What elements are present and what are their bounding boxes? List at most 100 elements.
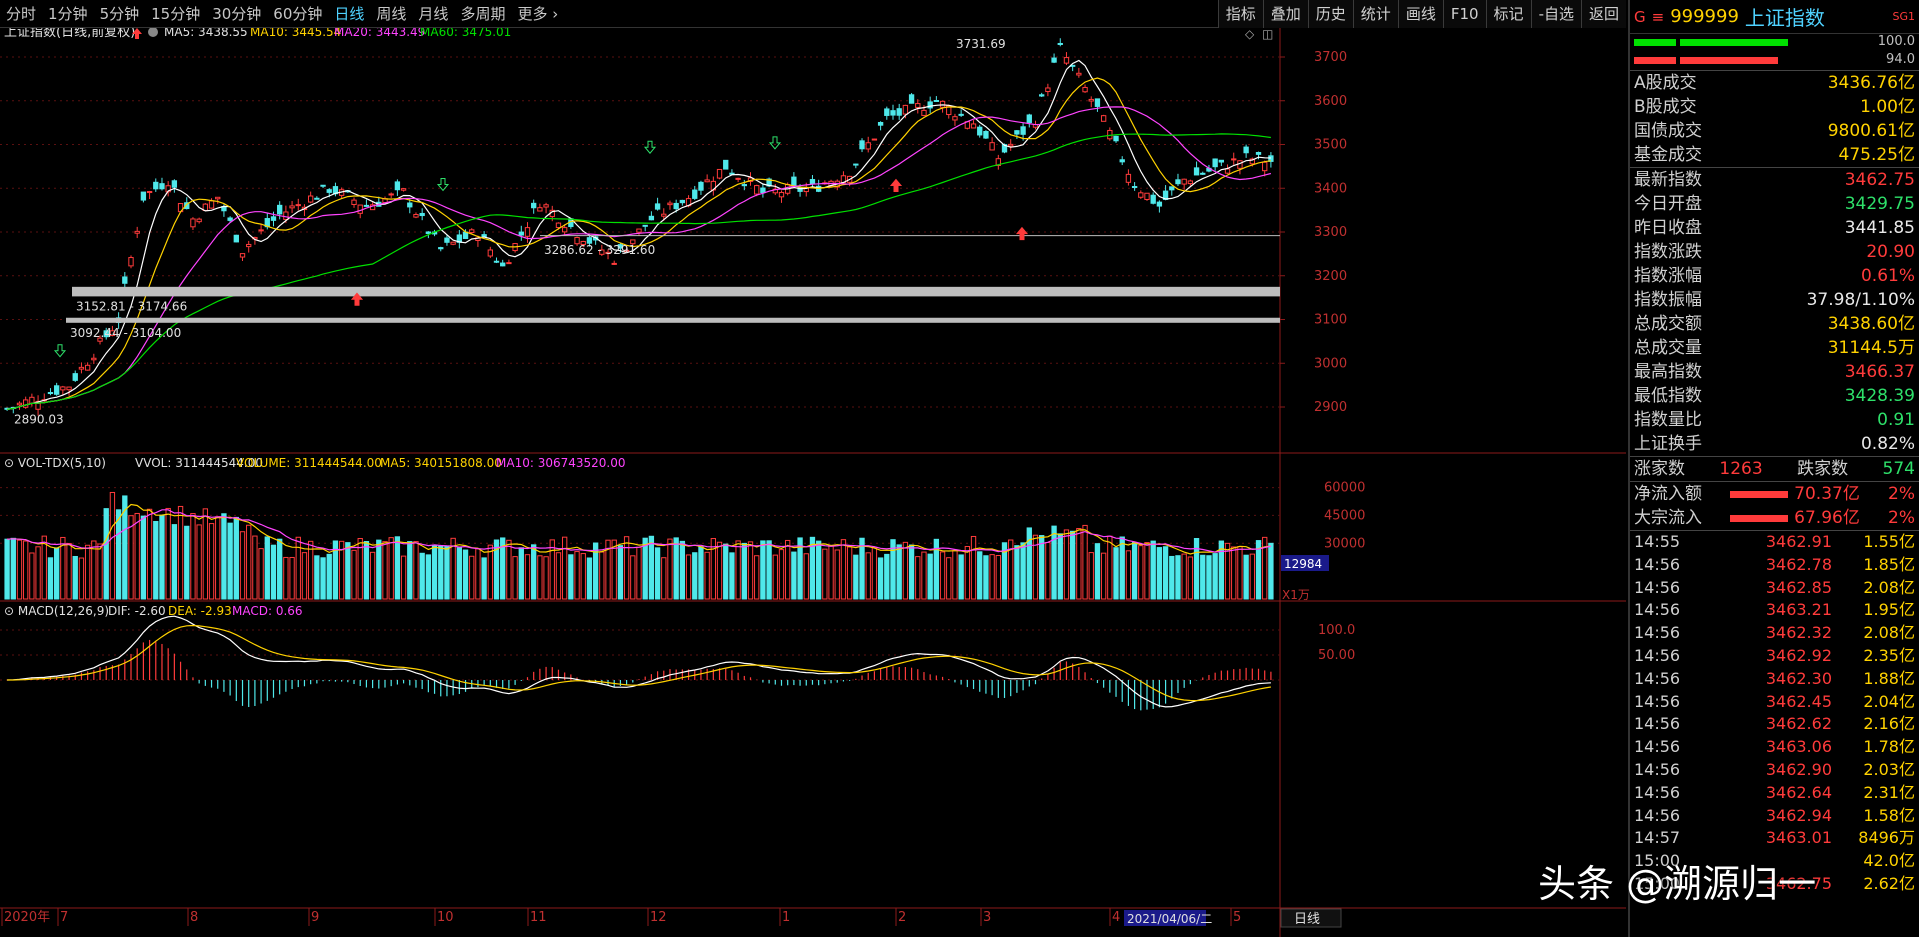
toolbar-button[interactable]: 历史 [1307,0,1353,28]
support-zone-label: 3092.44 - 3104.00 [70,326,181,340]
volume-bar [995,555,1001,600]
candle-body [704,179,710,183]
candle-body [1175,179,1181,185]
stat-row-value: 20.90 [1866,242,1915,262]
toolbar-button[interactable]: 画线 [1397,0,1443,28]
candle-body [524,227,531,237]
candle-body [1187,180,1194,185]
candle-body [1008,143,1014,147]
x-axis-label: 12 [650,910,667,925]
volume-bar [1144,542,1150,600]
toolbar-button[interactable]: 指标 [1217,0,1263,28]
volume-bar [865,552,871,600]
candle-body [1218,159,1225,163]
candle-body [1076,72,1082,76]
period-tab[interactable]: 月线 [412,0,454,28]
tick-cell: 3462.92 [1765,645,1832,665]
candle-body [735,177,741,180]
dif-label: DIF: -2.60 [108,604,166,618]
flow-pct: 2% [1888,484,1915,504]
period-tab[interactable]: 30分钟 [206,0,267,28]
volume-bar [109,491,116,600]
toolbar-button[interactable]: 返回 [1580,0,1626,28]
period-tab[interactable]: 周线 [370,0,412,28]
volume-bar [326,553,332,600]
tick-cell: 3462.91 [1765,532,1832,551]
candle-body [543,204,549,208]
chart-area[interactable]: 3700 3600 3500 3400 3300 3200 3100 3000 2900 3152… [0,24,1626,937]
volume-bar [772,554,778,600]
volume-bar [815,540,822,600]
toolbar-button[interactable]: F10 [1442,0,1486,28]
volume-bar [252,535,258,600]
y-tick-label: 3600 [1314,94,1347,109]
candle-body [1088,98,1094,102]
candle-body [66,386,72,391]
stat-row: 指数涨幅 0.61% [1630,264,1919,288]
volume-bar [277,538,283,600]
candle-body [1039,94,1045,97]
flow-row: 大宗流入 67.96亿 2% [1630,506,1919,530]
period-tab[interactable]: 5分钟 [94,0,146,28]
tick-cell: 2.08亿 [1863,623,1915,643]
flow-pct: 2% [1888,508,1915,528]
stat-row-value: 0.82% [1860,434,1915,454]
candle-body [1200,172,1206,175]
candle-body [778,191,785,198]
volume-bar [791,551,797,600]
tick-list[interactable]: 14:55 3462.91 1.55亿 14:56 3462.78 1.85亿 14:56 3… [1630,531,1919,896]
candle-body [388,193,394,196]
tick-cell: 1.95亿 [1863,600,1915,620]
stat-row-label: 指数涨跌 [1634,242,1702,262]
candle-body [642,224,648,227]
candle-body [896,108,902,116]
toolbar-button[interactable]: 标记 [1485,0,1531,28]
candle-body [425,231,432,234]
volume-bar [896,544,902,600]
stat-row-value: 3462.75 [1844,170,1915,190]
flow-value: 70.37亿 [1730,482,1860,506]
volume-bar [128,515,134,600]
volume-bar [543,556,549,600]
candle-body [531,202,537,209]
buy-arrow-icon [889,178,903,192]
candle-body [958,113,964,116]
support-zone-label: 3286.62 - 3291.60 [544,243,655,257]
candle-body [78,366,85,370]
ma5-label: MA5: 3438.55 [164,28,248,39]
period-tab[interactable]: 1分钟 [42,0,94,28]
volume-bar [741,542,747,600]
period-tab[interactable]: 15分钟 [145,0,206,28]
menu-icon[interactable]: ≡ [1652,8,1665,26]
volume-bar [72,555,78,600]
tick-cell: 3462.78 [1765,554,1832,574]
down-count: 574 [1882,459,1915,479]
y-tick-label: 3700 [1314,50,1347,65]
volume-bar [1020,542,1026,600]
up-count: 1263 [1719,459,1763,479]
period-tab[interactable]: 分时 [0,0,42,28]
tick-cell: 1.58亿 [1863,805,1915,825]
period-tab[interactable]: 多周期 [454,0,511,28]
stat-row-label: 最高指数 [1634,362,1702,382]
toolbar-button[interactable]: 叠加 [1262,0,1308,28]
volume-bar [425,554,432,600]
candle-body [853,163,859,166]
tick-cell: 1.78亿 [1863,737,1915,757]
period-tab[interactable]: 60分钟 [267,0,328,28]
toolbar-button[interactable]: -自选 [1530,0,1581,28]
period-tabs: 分时 1分钟 5分钟 15分钟 30分钟 60分钟 日线 周线 月线 多周期 更多 › [0,0,564,28]
turnover-row-value: 1.00亿 [1860,97,1915,117]
volume-bar [877,557,884,600]
toolbar-button[interactable]: 统计 [1352,0,1398,28]
volume-bar [407,541,413,600]
flow-list: 净流入额 70.37亿 2% 大宗流入 67.96亿 2% [1630,482,1919,530]
candle-body [277,204,283,215]
tick-cell: 3462.32 [1765,623,1832,643]
tick-row: 14:56 3462.78 1.85亿 [1630,554,1919,577]
period-tab[interactable]: 日线 [328,0,370,28]
kline-chart[interactable]: 3700360035003400330032003100300029003152… [0,24,1626,937]
volume-bar [345,542,351,600]
period-tab[interactable]: 更多 › [511,0,564,28]
candle-body [208,200,215,209]
